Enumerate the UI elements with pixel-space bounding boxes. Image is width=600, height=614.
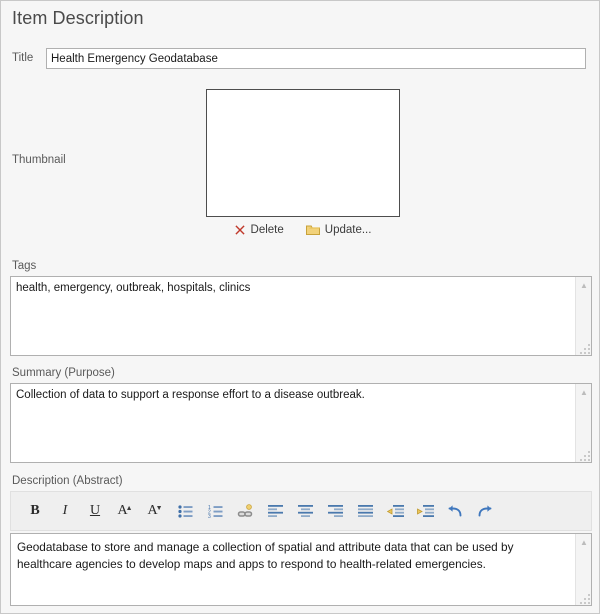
thumbnail-preview[interactable] xyxy=(206,89,400,217)
chevron-up-icon[interactable]: ▲ xyxy=(576,536,592,549)
bold-icon[interactable]: B xyxy=(20,496,50,526)
title-label: Title xyxy=(12,52,34,64)
description-field: ▲ xyxy=(10,533,592,606)
description-input[interactable] xyxy=(11,534,574,605)
item-description-panel: Item Description Title Thumbnail Delete … xyxy=(0,0,600,614)
title-input[interactable] xyxy=(46,48,586,69)
increase-font-size-icon[interactable]: A ▲ xyxy=(110,496,140,526)
tags-label: Tags xyxy=(12,260,37,272)
summary-label: Summary (Purpose) xyxy=(12,367,115,379)
underline-icon[interactable]: U xyxy=(80,496,110,526)
summary-field: ▲ xyxy=(10,383,592,463)
redo-icon[interactable] xyxy=(470,496,500,526)
chevron-up-icon[interactable]: ▲ xyxy=(576,279,592,292)
description-label: Description (Abstract) xyxy=(12,475,123,487)
thumbnail-label: Thumbnail xyxy=(12,154,66,166)
numbered-list-icon[interactable]: 1 2 3 xyxy=(200,496,230,526)
resize-grip-icon[interactable] xyxy=(578,342,590,354)
italic-icon[interactable]: I xyxy=(50,496,80,526)
tags-field: ▲ xyxy=(10,276,592,356)
increase-indent-icon[interactable] xyxy=(410,496,440,526)
thumbnail-update-button[interactable]: Update... xyxy=(304,223,374,237)
align-center-icon[interactable] xyxy=(290,496,320,526)
folder-icon xyxy=(305,224,320,236)
thumbnail-delete-button[interactable]: Delete xyxy=(233,223,286,237)
chevron-up-icon[interactable]: ▲ xyxy=(576,386,592,399)
align-left-icon[interactable] xyxy=(260,496,290,526)
thumbnail-actions: Delete Update... xyxy=(206,223,400,237)
decrease-indent-icon[interactable] xyxy=(380,496,410,526)
summary-input[interactable] xyxy=(11,384,574,462)
resize-grip-icon[interactable] xyxy=(578,592,590,604)
decrease-font-size-icon[interactable]: A ▼ xyxy=(140,496,170,526)
svg-text:3: 3 xyxy=(208,514,211,518)
undo-icon[interactable] xyxy=(440,496,470,526)
page-title: Item Description xyxy=(12,8,144,28)
bulleted-list-icon[interactable] xyxy=(170,496,200,526)
close-x-icon xyxy=(234,224,246,236)
tags-input[interactable] xyxy=(11,277,574,355)
thumbnail-delete-label: Delete xyxy=(250,224,284,236)
thumbnail-update-label: Update... xyxy=(324,224,372,236)
align-right-icon[interactable] xyxy=(320,496,350,526)
resize-grip-icon[interactable] xyxy=(578,449,590,461)
description-toolbar: B I U A ▲ A ▼ 1 2 3 xyxy=(10,491,592,531)
hyperlink-icon[interactable] xyxy=(230,496,260,526)
justify-icon[interactable] xyxy=(350,496,380,526)
